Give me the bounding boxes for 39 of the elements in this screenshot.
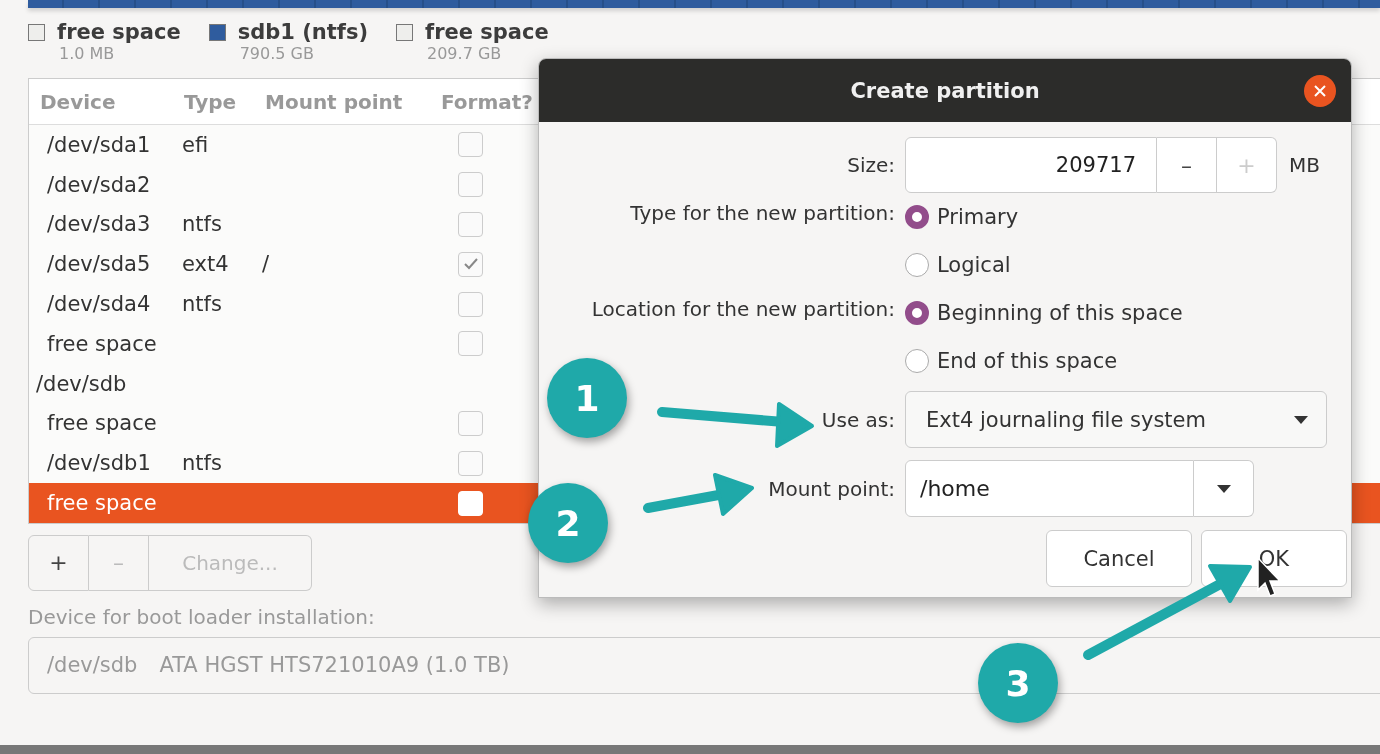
device-cell-text: /dev/sda4 xyxy=(46,292,152,317)
type-label: Type for the new partition: xyxy=(630,201,895,225)
step-badge: 3 xyxy=(978,643,1058,723)
column-header: Format? xyxy=(441,89,533,114)
type-cell: efi xyxy=(182,132,209,157)
device-cell-text: free space xyxy=(46,331,158,356)
type-cell: ntfs xyxy=(182,212,222,237)
type-cell: ext4 xyxy=(182,252,229,277)
type-cell: ntfs xyxy=(182,292,222,317)
column-header: Device xyxy=(40,89,117,114)
device-cell-text: /dev/sda2 xyxy=(46,172,152,197)
device-cell-text: /dev/sda3 xyxy=(46,212,152,237)
legend-size: 790.5 GB xyxy=(239,44,315,63)
legend-label: free space xyxy=(425,20,549,44)
legend-size: 1.0 MB xyxy=(59,44,116,63)
device-cell-text: /dev/sda1 xyxy=(46,132,152,157)
size-unit: MB xyxy=(1289,153,1320,177)
device-cell-text: free space xyxy=(46,491,158,516)
mount-point-label: Mount point: xyxy=(768,476,895,501)
location-label: Location for the new partition: xyxy=(591,297,895,321)
legend-label: free space xyxy=(57,20,181,44)
device-cell-text: free space xyxy=(46,411,158,436)
size-label: Size: xyxy=(847,153,895,177)
device-description: ATA HGST HTS721010A9 (1.0 TB) xyxy=(159,653,510,678)
column-header: Mount point xyxy=(265,89,404,114)
radio-label: Primary xyxy=(937,205,1019,229)
radio-label: End of this space xyxy=(937,349,1118,373)
radio-label: Logical xyxy=(937,253,1011,277)
legend-size: 209.7 GB xyxy=(427,44,503,63)
use-as-label: Use as: xyxy=(821,407,895,432)
boot-loader-label: Device for boot loader installation: xyxy=(28,604,375,629)
device-name: /dev/sdb xyxy=(47,653,138,678)
legend-label: sdb1 (ntfs) xyxy=(237,20,368,44)
column-header: Type xyxy=(184,89,238,114)
mount-point-cell: / xyxy=(262,252,270,277)
device-cell-text: /dev/sda5 xyxy=(46,252,152,277)
type-cell: ntfs xyxy=(182,451,222,476)
device-cell-text: /dev/sdb1 xyxy=(46,451,152,476)
dialog-title: Create partition xyxy=(850,78,1040,103)
